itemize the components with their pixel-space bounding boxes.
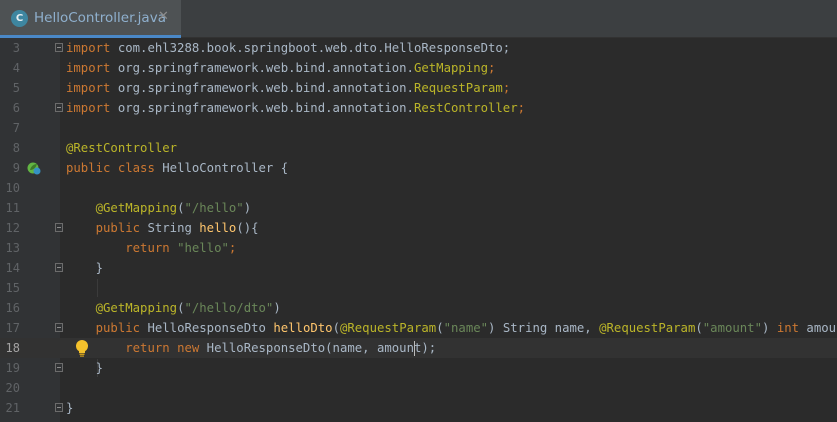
line-number: 11 — [5, 201, 20, 215]
line-number: 17 — [5, 321, 20, 335]
line-number: 10 — [5, 181, 20, 195]
line-number: 12 — [5, 221, 20, 235]
line-number: 19 — [5, 361, 20, 375]
line-number: 21 — [5, 401, 20, 415]
code-line-current[interactable]: 18 return new HelloResponseDto(name, amo… — [0, 338, 837, 358]
fold-marker[interactable] — [55, 323, 63, 332]
tab-hello-controller[interactable]: C HelloController.java ✕ — [0, 0, 181, 38]
fold-marker[interactable] — [55, 223, 63, 232]
ide-window: C HelloController.java ✕ 3 import com.eh… — [0, 0, 837, 422]
code-text: } — [95, 261, 104, 275]
line-number: 4 — [12, 61, 20, 75]
line-number: 6 — [12, 101, 20, 115]
fold-marker[interactable] — [55, 403, 63, 412]
line-number: 15 — [5, 281, 20, 295]
tab-title: HelloController.java — [34, 10, 166, 26]
code-text: return "hello"; — [125, 241, 237, 255]
spring-bean-icon[interactable] — [27, 161, 41, 175]
fold-marker[interactable] — [55, 103, 63, 112]
code-lines: 3 import com.ehl3288.book.springboot.web… — [0, 38, 837, 418]
code-text: @RestController — [66, 141, 178, 155]
line-number: 18 — [5, 341, 20, 355]
code-text: public HelloResponseDto helloDto(@Reques… — [95, 321, 837, 335]
code-line[interactable]: 19 } — [0, 358, 837, 378]
line-number: 14 — [5, 261, 20, 275]
line-number: 13 — [5, 241, 20, 255]
close-icon[interactable]: ✕ — [158, 9, 169, 24]
code-line[interactable]: 11 @GetMapping("/hello") — [0, 198, 837, 218]
code-text: import com.ehl3288.book.springboot.web.d… — [66, 41, 511, 55]
code-line[interactable]: 4 import org.springframework.web.bind.an… — [0, 58, 837, 78]
code-line[interactable]: 9 public class HelloController { — [0, 158, 837, 178]
fold-marker[interactable] — [55, 43, 63, 52]
code-text: import org.springframework.web.bind.anno… — [66, 101, 526, 115]
code-line[interactable]: 16 @GetMapping("/hello/dto") — [0, 298, 837, 318]
line-number: 8 — [12, 141, 20, 155]
code-line[interactable]: 20 — [0, 378, 837, 398]
code-line[interactable]: 3 import com.ehl3288.book.springboot.web… — [0, 38, 837, 58]
code-line[interactable]: 10 — [0, 178, 837, 198]
code-line[interactable]: 17 public HelloResponseDto helloDto(@Req… — [0, 318, 837, 338]
line-number: 9 — [12, 161, 20, 175]
code-line[interactable]: 13 return "hello"; — [0, 238, 837, 258]
line-number: 3 — [12, 41, 20, 55]
code-line[interactable]: 6 import org.springframework.web.bind.an… — [0, 98, 837, 118]
code-text: } — [66, 401, 74, 415]
fold-marker[interactable] — [55, 263, 63, 272]
code-text: @GetMapping("/hello") — [95, 201, 252, 215]
code-line[interactable]: 8 @RestController — [0, 138, 837, 158]
code-text: return new HelloResponseDto(name, amount… — [125, 341, 437, 355]
code-line[interactable]: 5 import org.springframework.web.bind.an… — [0, 78, 837, 98]
editor-tab-bar: C HelloController.java ✕ — [0, 0, 837, 38]
code-text: public String hello(){ — [95, 221, 259, 235]
code-text: import org.springframework.web.bind.anno… — [66, 61, 496, 75]
java-class-icon: C — [11, 10, 28, 27]
fold-marker[interactable] — [55, 363, 63, 372]
code-text: @GetMapping("/hello/dto") — [95, 301, 281, 315]
line-number: 5 — [12, 81, 20, 95]
code-text: } — [95, 361, 104, 375]
code-line[interactable]: 14 } — [0, 258, 837, 278]
code-line[interactable]: 12 public String hello(){ — [0, 218, 837, 238]
code-text: import org.springframework.web.bind.anno… — [66, 81, 511, 95]
text-caret — [414, 341, 415, 356]
code-editor[interactable]: 3 import com.ehl3288.book.springboot.web… — [0, 38, 837, 422]
code-line[interactable]: 7 — [0, 118, 837, 138]
code-line[interactable]: 21 } — [0, 398, 837, 418]
line-number: 20 — [5, 381, 20, 395]
line-number: 16 — [5, 301, 20, 315]
line-number: 7 — [12, 121, 20, 135]
code-line[interactable]: 15 — [0, 278, 837, 298]
code-text: public class HelloController { — [66, 161, 289, 175]
